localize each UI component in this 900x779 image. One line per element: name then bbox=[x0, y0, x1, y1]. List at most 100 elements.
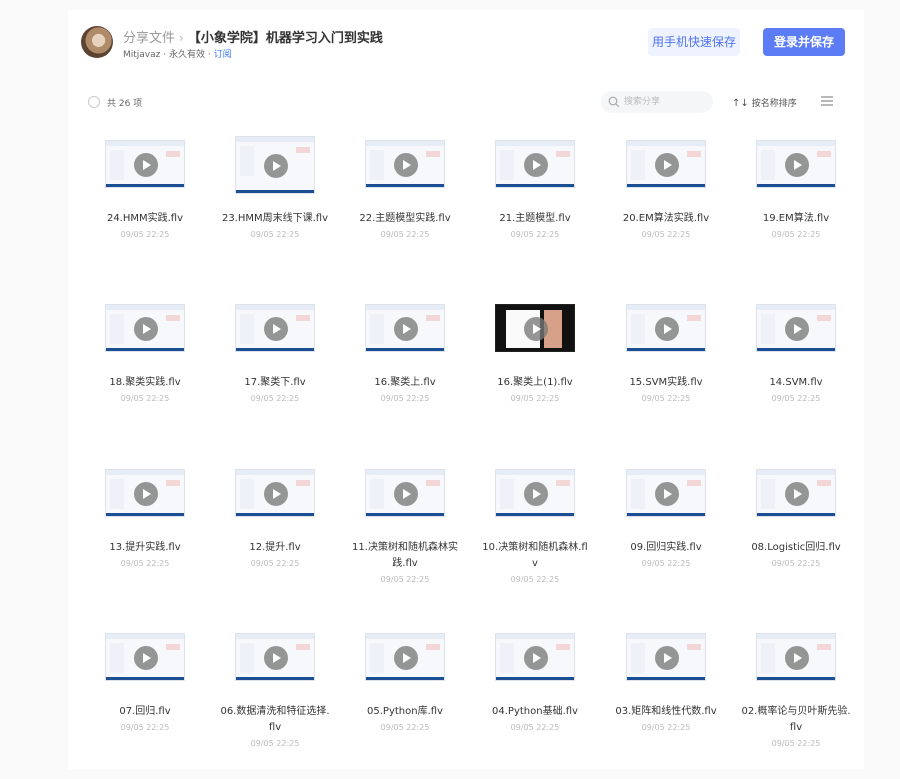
file-name[interactable]: 07.回归.flv 09/05 22:25 bbox=[90, 704, 200, 736]
play-icon[interactable] bbox=[134, 482, 158, 506]
file-name-text[interactable]: 13.提升实践.flv bbox=[109, 542, 180, 553]
file-tile[interactable]: 16.聚类上.flv 09/05 22:25 bbox=[340, 300, 470, 450]
play-icon[interactable] bbox=[264, 317, 288, 341]
file-tile[interactable]: 08.Logistic回归.flv 09/05 22:25 bbox=[731, 465, 861, 615]
file-name[interactable]: 17.聚类下.flv 09/05 22:25 bbox=[220, 375, 330, 407]
play-icon[interactable] bbox=[785, 482, 809, 506]
play-icon[interactable] bbox=[655, 646, 679, 670]
file-name[interactable]: 20.EM算法实践.flv 09/05 22:25 bbox=[611, 211, 721, 243]
video-thumbnail[interactable] bbox=[105, 633, 185, 681]
file-name-text[interactable]: 03.矩阵和线性代数.flv bbox=[615, 706, 716, 717]
file-tile[interactable]: 12.提升.flv 09/05 22:25 bbox=[210, 465, 340, 615]
play-icon[interactable] bbox=[655, 482, 679, 506]
file-tile[interactable]: 18.聚类实践.flv 09/05 22:25 bbox=[80, 300, 210, 450]
sort-by-name-button[interactable]: ↑↓ 按名称排序 bbox=[732, 96, 797, 109]
file-name-text[interactable]: 21.主题模型.flv bbox=[499, 213, 570, 224]
video-thumbnail[interactable] bbox=[626, 140, 706, 188]
video-thumbnail[interactable] bbox=[235, 304, 315, 352]
file-name[interactable]: 18.聚类实践.flv 09/05 22:25 bbox=[90, 375, 200, 407]
video-thumbnail[interactable] bbox=[495, 140, 575, 188]
file-name-text[interactable]: 24.HMM实践.flv bbox=[107, 213, 183, 224]
video-thumbnail[interactable] bbox=[756, 633, 836, 681]
play-icon[interactable] bbox=[524, 482, 548, 506]
play-icon[interactable] bbox=[134, 646, 158, 670]
play-icon[interactable] bbox=[394, 646, 418, 670]
video-thumbnail[interactable] bbox=[365, 304, 445, 352]
file-name-text[interactable]: 14.SVM.flv bbox=[769, 377, 822, 388]
avatar[interactable] bbox=[81, 26, 113, 58]
save-by-phone-button[interactable]: 用手机快速保存 bbox=[648, 28, 740, 56]
file-tile[interactable]: 13.提升实践.flv 09/05 22:25 bbox=[80, 465, 210, 615]
file-name-text[interactable]: 12.提升.flv bbox=[249, 542, 300, 553]
play-icon[interactable] bbox=[394, 153, 418, 177]
file-name[interactable]: 11.决策树和随机森林实践.flv 09/05 22:25 bbox=[350, 540, 460, 588]
file-tile[interactable]: 04.Python基础.flv 09/05 22:25 bbox=[470, 629, 600, 779]
file-tile[interactable]: 10.决策树和随机森林.flv 09/05 22:25 bbox=[470, 465, 600, 615]
file-name[interactable]: 13.提升实践.flv 09/05 22:25 bbox=[90, 540, 200, 572]
file-name[interactable]: 12.提升.flv 09/05 22:25 bbox=[220, 540, 330, 572]
video-thumbnail[interactable] bbox=[105, 304, 185, 352]
play-icon[interactable] bbox=[785, 317, 809, 341]
video-thumbnail[interactable] bbox=[105, 469, 185, 517]
file-tile[interactable]: 07.回归.flv 09/05 22:25 bbox=[80, 629, 210, 779]
play-icon[interactable] bbox=[394, 317, 418, 341]
list-view-icon[interactable] bbox=[820, 95, 834, 107]
play-icon[interactable] bbox=[134, 153, 158, 177]
video-thumbnail[interactable] bbox=[235, 633, 315, 681]
play-icon[interactable] bbox=[264, 154, 288, 178]
file-name[interactable]: 04.Python基础.flv 09/05 22:25 bbox=[480, 704, 590, 736]
play-icon[interactable] bbox=[394, 482, 418, 506]
video-thumbnail[interactable] bbox=[235, 469, 315, 517]
file-tile[interactable]: 02.概率论与贝叶斯先验.flv 09/05 22:25 bbox=[731, 629, 861, 779]
file-name[interactable]: 15.SVM实践.flv 09/05 22:25 bbox=[611, 375, 721, 407]
file-tile[interactable]: 21.主题模型.flv 09/05 22:25 bbox=[470, 136, 600, 286]
file-tile[interactable]: 20.EM算法实践.flv 09/05 22:25 bbox=[601, 136, 731, 286]
file-name[interactable]: 02.概率论与贝叶斯先验.flv 09/05 22:25 bbox=[741, 704, 851, 752]
video-thumbnail[interactable] bbox=[756, 469, 836, 517]
play-icon[interactable] bbox=[264, 646, 288, 670]
file-tile[interactable]: 15.SVM实践.flv 09/05 22:25 bbox=[601, 300, 731, 450]
video-thumbnail[interactable] bbox=[756, 304, 836, 352]
file-tile[interactable]: 05.Python库.flv 09/05 22:25 bbox=[340, 629, 470, 779]
video-thumbnail[interactable] bbox=[626, 304, 706, 352]
file-name[interactable]: 10.决策树和随机森林.flv 09/05 22:25 bbox=[480, 540, 590, 588]
file-name-text[interactable]: 06.数据清洗和特征选择.flv bbox=[220, 706, 329, 733]
file-name-text[interactable]: 07.回归.flv bbox=[119, 706, 170, 717]
play-icon[interactable] bbox=[524, 646, 548, 670]
breadcrumb-root[interactable]: 分享文件 bbox=[123, 31, 175, 46]
file-name-text[interactable]: 02.概率论与贝叶斯先验.flv bbox=[741, 706, 850, 733]
play-icon[interactable] bbox=[785, 646, 809, 670]
search-input[interactable] bbox=[624, 93, 708, 111]
video-thumbnail[interactable] bbox=[105, 140, 185, 188]
video-thumbnail[interactable] bbox=[495, 469, 575, 517]
file-name[interactable]: 24.HMM实践.flv 09/05 22:25 bbox=[90, 211, 200, 243]
play-icon[interactable] bbox=[134, 317, 158, 341]
video-thumbnail[interactable] bbox=[365, 633, 445, 681]
file-name-text[interactable]: 05.Python库.flv bbox=[367, 706, 443, 717]
file-name-text[interactable]: 16.聚类上(1).flv bbox=[497, 377, 572, 388]
file-tile[interactable]: 11.决策树和随机森林实践.flv 09/05 22:25 bbox=[340, 465, 470, 615]
file-name[interactable]: 14.SVM.flv 09/05 22:25 bbox=[741, 375, 851, 407]
play-icon[interactable] bbox=[524, 153, 548, 177]
login-and-save-button[interactable]: 登录并保存 bbox=[763, 28, 845, 56]
file-tile[interactable]: 16.聚类上(1).flv 09/05 22:25 bbox=[470, 300, 600, 450]
file-name-text[interactable]: 11.决策树和随机森林实践.flv bbox=[352, 542, 458, 569]
file-name[interactable]: 16.聚类上.flv 09/05 22:25 bbox=[350, 375, 460, 407]
subscribe-link[interactable]: 订阅 bbox=[214, 50, 232, 60]
video-thumbnail[interactable] bbox=[626, 633, 706, 681]
file-name[interactable]: 22.主题模型实践.flv 09/05 22:25 bbox=[350, 211, 460, 243]
video-thumbnail[interactable] bbox=[495, 633, 575, 681]
file-tile[interactable]: 23.HMM周末线下课.flv 09/05 22:25 bbox=[210, 136, 340, 286]
video-thumbnail[interactable] bbox=[365, 469, 445, 517]
file-tile[interactable]: 06.数据清洗和特征选择.flv 09/05 22:25 bbox=[210, 629, 340, 779]
file-name-text[interactable]: 22.主题模型实践.flv bbox=[359, 213, 450, 224]
play-icon[interactable] bbox=[785, 153, 809, 177]
file-name-text[interactable]: 15.SVM实践.flv bbox=[629, 377, 702, 388]
video-thumbnail[interactable] bbox=[495, 304, 575, 352]
file-tile[interactable]: 09.回归实践.flv 09/05 22:25 bbox=[601, 465, 731, 615]
file-name-text[interactable]: 16.聚类上.flv bbox=[374, 377, 435, 388]
file-name-text[interactable]: 09.回归实践.flv bbox=[630, 542, 701, 553]
file-tile[interactable]: 24.HMM实践.flv 09/05 22:25 bbox=[80, 136, 210, 286]
video-thumbnail[interactable] bbox=[756, 140, 836, 188]
file-name-text[interactable]: 04.Python基础.flv bbox=[492, 706, 578, 717]
